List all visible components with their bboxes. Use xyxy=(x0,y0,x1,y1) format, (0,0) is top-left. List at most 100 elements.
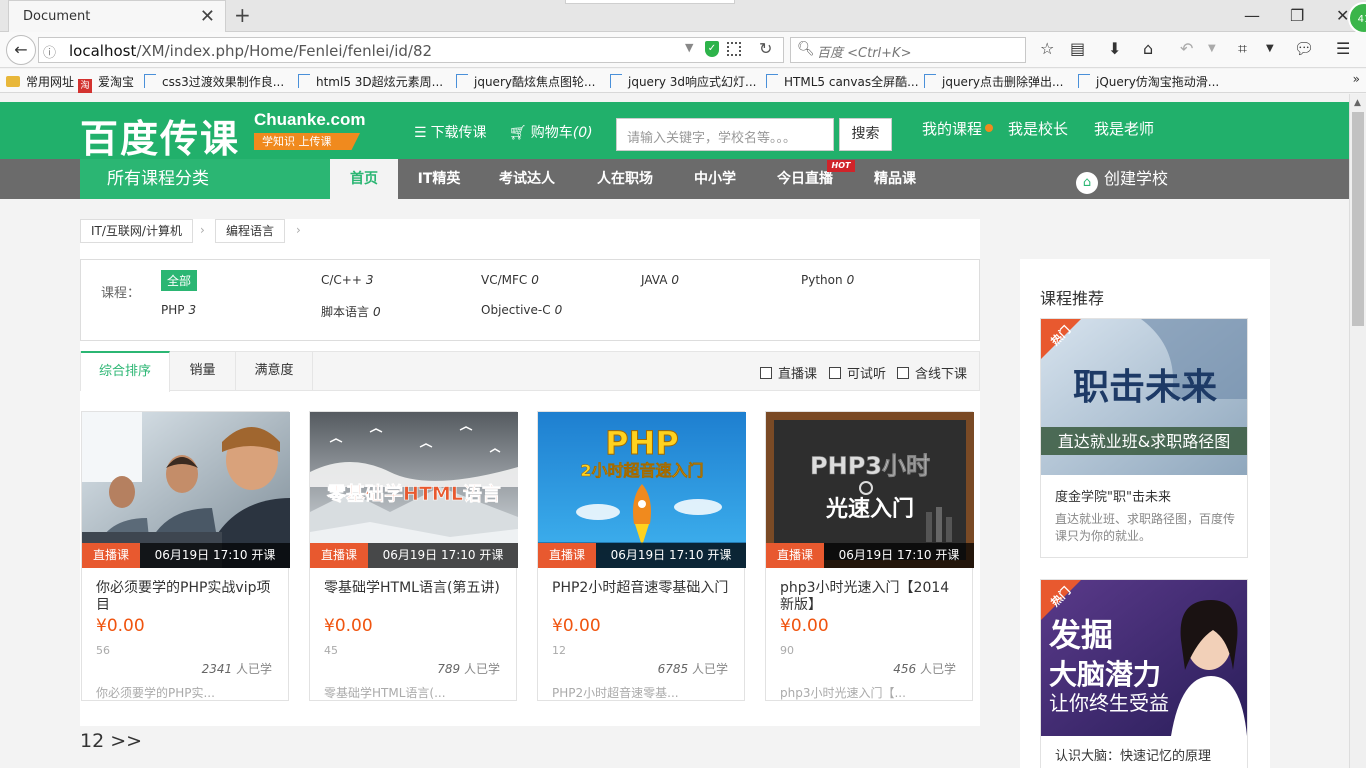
bookmark-item[interactable]: 常用网址 xyxy=(6,73,74,90)
nav-it[interactable]: IT精英 xyxy=(408,159,470,199)
learner-count: 6785 人已学 xyxy=(657,662,728,676)
scroll-thumb[interactable] xyxy=(1352,112,1364,326)
live-course-checkbox[interactable]: 直播课 xyxy=(760,363,817,382)
banner-subtext: 直达就业班&求职路径图 xyxy=(1058,432,1230,451)
my-courses-link[interactable]: 我的课程 xyxy=(922,118,994,139)
offline-checkbox[interactable]: 含线下课 xyxy=(897,363,967,382)
principal-link[interactable]: 我是校长 xyxy=(1008,118,1068,139)
browser-tab[interactable]: Document ✕ xyxy=(8,0,226,32)
address-bar[interactable]: ⓘ localhost/XM/index.php/Home/Fenlei/fen… xyxy=(38,37,784,63)
course-title[interactable]: PHP2小时超音速零基础入门 xyxy=(552,580,732,610)
page-icon xyxy=(924,74,936,88)
career-banner-artwork: 职击未来 直达就业班&求职路径图 热门 xyxy=(1041,319,1247,475)
bookmark-item[interactable]: css3过渡效果制作良... xyxy=(144,73,284,90)
sort-tab-sales[interactable]: 销量 xyxy=(170,351,236,391)
recommend-sidebar: 课程推荐 职击未来 直达就业班&求职路径图 热门 度金学院"职"击未来 直达就业… xyxy=(1020,259,1270,768)
minimize-icon[interactable]: — xyxy=(1244,6,1260,25)
course-title[interactable]: php3小时光速入门【2014新版】 xyxy=(780,580,960,610)
breadcrumb-item[interactable]: 编程语言 xyxy=(215,219,286,243)
course-card[interactable]: 直播课 06月19日 17:10 开课 你必须要学的PHP实战vip项目 ¥0.… xyxy=(81,411,290,701)
nav-home[interactable]: 首页 xyxy=(330,159,398,199)
breadcrumb-item[interactable]: IT/互联网/计算机 xyxy=(80,219,193,243)
cart-link[interactable]: 🛒︎ 购物车(0) xyxy=(509,122,593,142)
home-browser-icon[interactable]: ⌂ xyxy=(1143,39,1153,58)
scroll-up-icon[interactable]: ▲ xyxy=(1354,98,1361,108)
browser-nav-bar: ← ⓘ localhost/XM/index.php/Home/Fenlei/f… xyxy=(0,32,1366,68)
browser-search-box[interactable]: 🔍︎ 百度 <Ctrl+K> xyxy=(790,37,1026,63)
page-scrollbar[interactable]: ▲ xyxy=(1349,94,1366,768)
filter-tag[interactable]: JAVA 0 xyxy=(641,273,679,287)
folder-icon xyxy=(6,76,20,87)
bookmark-item[interactable]: HTML5 canvas全屏酷... xyxy=(766,73,919,90)
sidebar-title: 课程推荐 xyxy=(1040,289,1105,308)
course-title[interactable]: 你必须要学的PHP实战vip项目 xyxy=(96,580,276,610)
site-logo[interactable]: 百度传课 xyxy=(80,108,240,163)
list-icon: ☰ xyxy=(414,125,427,141)
sort-tab-default[interactable]: 综合排序 xyxy=(81,351,170,392)
course-filter: 课程： 全部 C/C++ 3 VC/MFC 0 JAVA 0 Python 0 PHP 3… xyxy=(80,259,980,341)
recommend-image[interactable]: 发掘 大脑潜力 让你终生受益 热门 xyxy=(1041,580,1247,736)
shield-icon[interactable]: ✓ xyxy=(705,41,719,57)
bookmark-item[interactable]: jQuery仿淘宝拖动滑... xyxy=(1078,73,1219,90)
crop-icon[interactable]: ⌗ xyxy=(1238,39,1247,59)
recommend-card[interactable]: 职击未来 直达就业班&求职路径图 热门 度金学院"职"击未来 直达就业班、求职路… xyxy=(1040,318,1248,558)
filter-tag[interactable]: Python 0 xyxy=(801,273,854,287)
download-icon[interactable]: ⬇ xyxy=(1108,39,1121,58)
bookmark-item[interactable]: html5 3D超炫元素周... xyxy=(298,73,443,90)
bookmark-item[interactable]: 淘爱淘宝 xyxy=(78,73,134,93)
close-tab-icon[interactable]: ✕ xyxy=(200,6,215,27)
bookmark-item[interactable]: jquery点击删除弹出... xyxy=(924,73,1063,90)
info-icon[interactable]: ⓘ xyxy=(43,42,56,61)
recommend-name[interactable]: 度金学院"职"击未来 xyxy=(1055,486,1171,505)
thumb-text: 2小时超音速入门 xyxy=(580,461,703,480)
undo-icon[interactable]: ↶ xyxy=(1180,39,1193,58)
live-badge: 直播课 xyxy=(538,543,596,568)
nav-school[interactable]: 中小学 xyxy=(686,159,744,199)
course-title[interactable]: 零基础学HTML语言(第五讲) xyxy=(324,580,504,610)
site-header: 百度传课 Chuanke.com 学知识 上传课 ☰ 下载传课 🛒︎ 购物车(0) … xyxy=(0,102,1349,161)
chat-icon[interactable]: 💬︎ xyxy=(1294,39,1314,58)
back-button[interactable]: ← xyxy=(6,35,36,65)
nav-career[interactable]: 人在职场 xyxy=(588,159,662,199)
restore-icon[interactable]: ❐ xyxy=(1290,6,1304,25)
reading-list-icon[interactable]: ▤ xyxy=(1070,39,1085,58)
qrcode-icon[interactable] xyxy=(727,42,741,56)
recommend-card[interactable]: 发掘 大脑潜力 让你终生受益 热门 认识大脑：快速记忆的原理 xyxy=(1040,579,1248,768)
notification-badge[interactable]: 41 xyxy=(1348,2,1366,34)
nav-premium[interactable]: 精品课 xyxy=(864,159,926,199)
site-search-button[interactable]: 搜索 xyxy=(839,118,892,151)
bookmark-item[interactable]: jquery 3d响应式幻灯... xyxy=(610,73,757,90)
reload-icon[interactable]: ↻ xyxy=(759,39,772,58)
pagination[interactable]: 12 >> xyxy=(80,730,142,752)
download-link[interactable]: ☰ 下载传课 xyxy=(414,122,487,142)
nav-exam[interactable]: 考试达人 xyxy=(490,159,564,199)
crop-dropdown-icon[interactable]: ▼ xyxy=(1266,43,1274,54)
filter-tag[interactable]: VC/MFC 0 xyxy=(481,273,539,287)
learner-count: 2341 人已学 xyxy=(201,662,272,676)
filter-tag[interactable]: PHP 3 xyxy=(161,303,196,317)
course-card[interactable]: 零基础学HTML语言 直播课 06月19日 17:10 开课 零基础学HTML语… xyxy=(309,411,518,701)
course-card[interactable]: PHP3小时 光速入门 直播课 06月19日 17:10 开课 php3小时光速… xyxy=(765,411,974,701)
url-dropdown-icon[interactable]: ▼ xyxy=(685,41,693,54)
filter-tag[interactable]: 脚本语言 0 xyxy=(321,303,381,320)
bookmark-star-icon[interactable]: ☆ xyxy=(1040,39,1054,58)
bookmark-item[interactable]: jquery酷炫焦点图轮... xyxy=(456,73,595,90)
filter-label: 课程： xyxy=(101,286,141,301)
undo-dropdown-icon[interactable]: ▼ xyxy=(1208,43,1216,54)
teacher-link[interactable]: 我是老师 xyxy=(1094,118,1154,139)
more-bookmarks-icon[interactable]: » xyxy=(1353,72,1360,86)
all-categories-button[interactable]: 所有课程分类 xyxy=(80,159,330,199)
recommend-image[interactable]: 职击未来 直达就业班&求职路径图 热门 xyxy=(1041,319,1247,475)
filter-tag[interactable]: C/C++ 3 xyxy=(321,273,374,287)
site-search-input[interactable]: 请输入关键字，学校名等。。。 xyxy=(616,118,834,151)
create-school-link[interactable]: ⌂ 创建学校 xyxy=(1076,159,1168,199)
filter-tag[interactable]: Objective-C 0 xyxy=(481,303,562,317)
banner-text: 职击未来 xyxy=(1073,366,1217,408)
sort-tab-rating[interactable]: 满意度 xyxy=(236,351,313,391)
menu-icon[interactable]: ☰ xyxy=(1336,39,1350,58)
filter-tag-all[interactable]: 全部 xyxy=(161,270,198,291)
recommend-name[interactable]: 认识大脑：快速记忆的原理 xyxy=(1055,745,1211,764)
new-tab-icon[interactable]: + xyxy=(234,3,251,27)
course-card[interactable]: PHP 2小时超音速入门 直播课 06月19日 17:10 开课 PHP2小时超… xyxy=(537,411,746,701)
trial-checkbox[interactable]: 可试听 xyxy=(829,363,886,382)
